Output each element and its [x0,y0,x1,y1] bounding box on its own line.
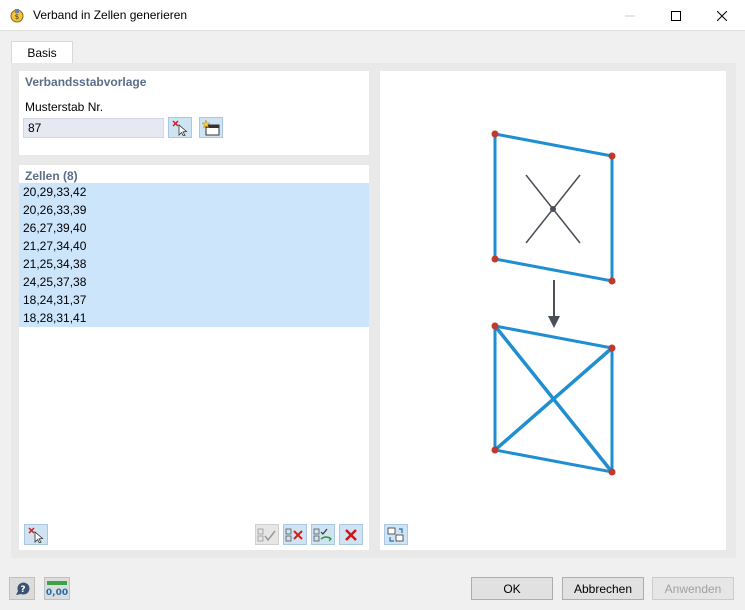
new-member-button[interactable] [199,117,223,138]
help-icon: ? [16,582,30,595]
tab-strip: Basis [0,31,745,65]
invert-selection-button[interactable] [311,524,335,545]
view-options-icon [387,527,404,542]
generated-brace-line [493,346,614,452]
window-title: Verband in Zellen generieren [33,8,188,22]
node [608,277,616,285]
cells-section-title: Zellen (8) [25,169,78,183]
template-center-node [550,206,556,212]
minimize-button[interactable] [607,0,653,31]
delete-icon [345,528,357,541]
node [608,152,616,160]
list-item[interactable]: 21,25,34,38 [19,255,369,273]
node [491,446,499,454]
list-item[interactable]: 20,29,33,42 [19,183,369,201]
preview-panel [380,71,726,550]
pick-cursor-icon [172,119,188,136]
arrow-head [548,316,560,328]
pick-member-button[interactable] [168,117,192,138]
dialog-footer: ? 0,00 OK Abbrechen Anwenden [0,566,745,610]
cancel-button[interactable]: Abbrechen [562,577,644,600]
help-button[interactable]: ? [9,577,35,600]
svg-text:?: ? [20,585,25,595]
node [491,130,499,138]
list-item[interactable]: 21,27,34,40 [19,237,369,255]
swap-check-icon [313,528,332,541]
svg-text:$: $ [15,13,19,21]
list-item[interactable]: 24,25,37,38 [19,273,369,291]
list-item[interactable]: 26,27,39,40 [19,219,369,237]
tab-basis[interactable]: Basis [11,41,73,65]
template-section-title: Verbandsstabvorlage [25,75,147,89]
svg-text:0,00: 0,00 [46,588,68,598]
title-bar: $ Verband in Zellen generieren [0,0,745,31]
close-icon [717,10,727,21]
preview-options-button[interactable] [384,524,408,545]
node [491,255,499,263]
deselect-button[interactable] [283,524,307,545]
list-item[interactable]: 18,28,31,41 [19,309,369,327]
app-icon: $ [10,9,24,23]
check-all-icon [257,528,276,541]
node [491,322,499,330]
select-all-button[interactable] [255,524,279,545]
bracing-preview-diagram [491,130,616,476]
delete-button[interactable] [339,524,363,545]
close-button[interactable] [699,0,745,31]
decimal-places-icon: 0,00 [46,580,68,598]
units-button[interactable]: 0,00 [44,577,70,600]
pattern-member-input[interactable]: 87 [23,118,164,138]
uncheck-icon [285,528,303,541]
pick-cursor-icon [28,526,44,543]
pick-cells-button[interactable] [24,524,48,545]
minimize-icon [625,15,635,16]
pattern-member-label: Musterstab Nr. [25,100,104,114]
template-panel: Verbandsstabvorlage Musterstab Nr. 87 [19,71,369,155]
node [608,468,616,476]
cells-list[interactable]: 20,29,33,42 20,26,33,39 26,27,39,40 21,2… [19,183,369,327]
list-item[interactable]: 20,26,33,39 [19,201,369,219]
new-window-icon [202,119,220,135]
maximize-button[interactable] [653,0,699,31]
tab-content: Verbandsstabvorlage Musterstab Nr. 87 Ze… [11,63,736,558]
cells-panel: Zellen (8) 20,29,33,42 20,26,33,39 26,27… [19,165,369,550]
maximize-icon [671,10,681,21]
ok-button[interactable]: OK [471,577,553,600]
list-item[interactable]: 18,24,31,37 [19,291,369,309]
apply-button[interactable]: Anwenden [652,577,734,600]
node [608,344,616,352]
